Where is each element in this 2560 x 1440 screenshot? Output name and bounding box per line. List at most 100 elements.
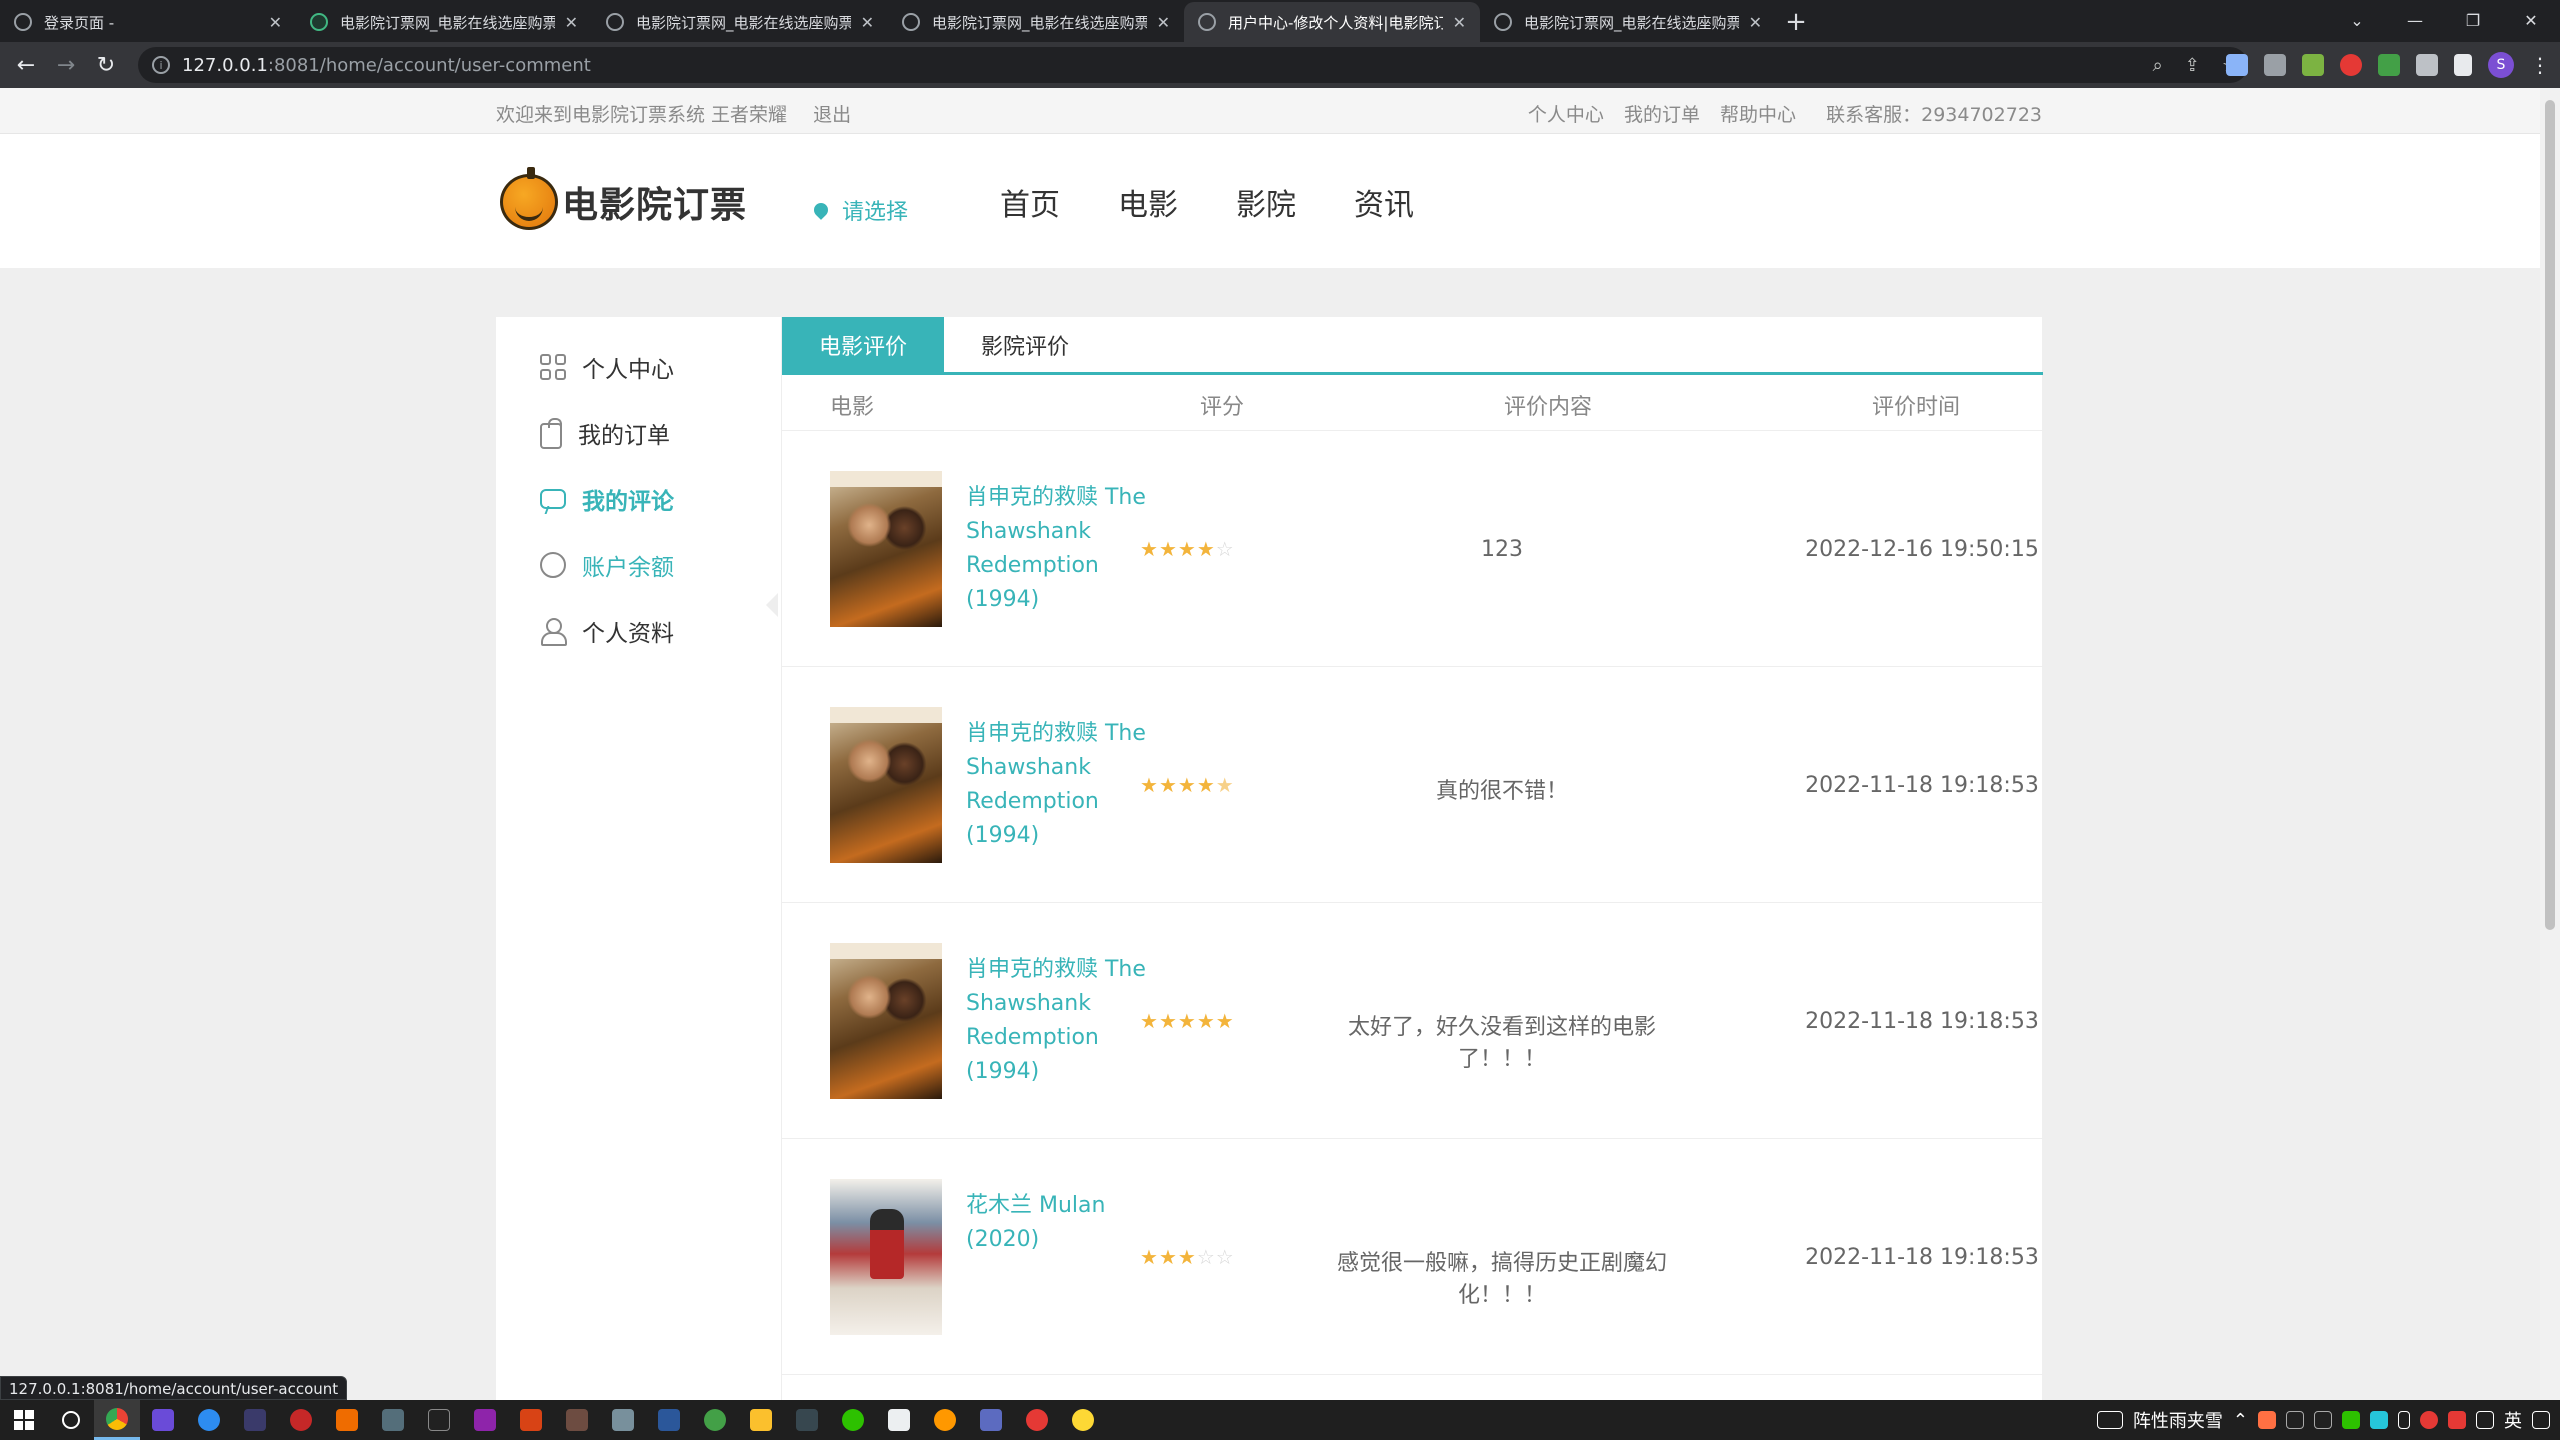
tray-app-icon[interactable] xyxy=(2314,1411,2332,1429)
tray-app-icon[interactable] xyxy=(2448,1411,2466,1429)
browser-tab[interactable]: 电影院订票网_电影在线选座购票 ✕ xyxy=(296,2,592,42)
close-window-button[interactable]: ✕ xyxy=(2502,0,2560,40)
star-full-icon: ★ xyxy=(1215,1009,1235,1033)
new-tab-button[interactable]: + xyxy=(1776,2,1816,42)
camera-icon[interactable] xyxy=(2264,54,2286,76)
app-taskbar-icon[interactable] xyxy=(278,1400,324,1440)
tab-movie-reviews[interactable]: 电影评价 xyxy=(782,317,944,372)
browser-tab[interactable]: 电影院订票网_电影在线选座购票 ✕ xyxy=(888,2,1184,42)
movie-poster[interactable] xyxy=(830,471,942,627)
close-icon[interactable]: ✕ xyxy=(861,13,874,32)
minimize-button[interactable]: — xyxy=(2386,0,2444,40)
site-logo[interactable]: 电影院订票 xyxy=(500,167,747,230)
logout-link[interactable]: 退出 xyxy=(813,104,851,126)
app-taskbar-icon[interactable] xyxy=(968,1400,1014,1440)
sidebar-item-profile[interactable]: 个人资料 xyxy=(540,611,674,651)
sidebar-item-user-center[interactable]: 个人中心 xyxy=(540,347,674,387)
movie-title-link[interactable]: 肖申克的救赎 The Shawshank Redemption (1994) xyxy=(966,717,1156,853)
keyboard-icon[interactable] xyxy=(2096,1411,2123,1429)
close-icon[interactable]: ✕ xyxy=(565,13,578,32)
app-taskbar-icon[interactable] xyxy=(1060,1400,1106,1440)
close-icon[interactable]: ✕ xyxy=(1749,13,1762,32)
profile-avatar[interactable]: S xyxy=(2488,52,2514,78)
user-center-link[interactable]: 个人中心 xyxy=(1528,104,1604,126)
share-icon[interactable]: ⇪ xyxy=(2185,55,2200,76)
username-link[interactable]: 王者荣耀 xyxy=(711,104,787,126)
tray-app-icon[interactable] xyxy=(2370,1411,2388,1429)
back-button[interactable]: ← xyxy=(6,45,46,85)
sidebar-item-my-comments[interactable]: 我的评论 xyxy=(540,479,674,519)
folder-taskbar-icon[interactable] xyxy=(738,1400,784,1440)
language-indicator[interactable]: 英 xyxy=(2504,1407,2522,1433)
app-taskbar-icon[interactable] xyxy=(784,1400,830,1440)
info-icon[interactable]: i xyxy=(152,56,170,74)
browser-tab[interactable]: 电影院订票网_电影在线选座购票 ✕ xyxy=(1480,2,1776,42)
app-taskbar-icon[interactable] xyxy=(692,1400,738,1440)
tray-app-icon[interactable] xyxy=(2258,1411,2276,1429)
extension-icon[interactable] xyxy=(2226,54,2248,76)
battery-icon[interactable] xyxy=(2398,1411,2410,1429)
start-button[interactable] xyxy=(0,1400,48,1440)
my-orders-link[interactable]: 我的订单 xyxy=(1624,104,1700,126)
menu-icon[interactable]: ⋮ xyxy=(2530,53,2550,77)
chrome-taskbar-icon[interactable] xyxy=(94,1400,140,1440)
app-taskbar-icon[interactable] xyxy=(876,1400,922,1440)
browser-tab-active[interactable]: 用户中心-修改个人资料|电影院订 ✕ xyxy=(1184,2,1480,42)
app-taskbar-icon[interactable] xyxy=(370,1400,416,1440)
app-taskbar-icon[interactable] xyxy=(600,1400,646,1440)
movie-poster[interactable] xyxy=(830,707,942,863)
wechat-taskbar-icon[interactable] xyxy=(830,1400,876,1440)
nav-home[interactable]: 首页 xyxy=(1000,180,1118,224)
help-center-link[interactable]: 帮助中心 xyxy=(1720,104,1796,126)
shield-icon[interactable] xyxy=(2340,54,2362,76)
chevron-up-icon[interactable]: ⌃ xyxy=(2233,1410,2248,1431)
zoom-icon[interactable]: ⌕ xyxy=(2153,55,2163,76)
browser-tab[interactable]: 电影院订票网_电影在线选座购票 ✕ xyxy=(592,2,888,42)
app-taskbar-icon[interactable] xyxy=(186,1400,232,1440)
movie-title-link[interactable]: 肖申克的救赎 The Shawshank Redemption (1994) xyxy=(966,481,1156,617)
app-taskbar-icon[interactable] xyxy=(554,1400,600,1440)
nav-news[interactable]: 资讯 xyxy=(1354,180,1472,224)
app-taskbar-icon[interactable] xyxy=(508,1400,554,1440)
tray-app-icon[interactable] xyxy=(2286,1411,2304,1429)
word-taskbar-icon[interactable] xyxy=(646,1400,692,1440)
app-taskbar-icon[interactable] xyxy=(232,1400,278,1440)
close-icon[interactable]: ✕ xyxy=(1157,13,1170,32)
movie-title-link[interactable]: 肖申克的救赎 The Shawshank Redemption (1994) xyxy=(966,953,1156,1089)
tab-cinema-reviews[interactable]: 影院评价 xyxy=(944,317,1106,372)
scrollbar-thumb[interactable] xyxy=(2545,100,2555,930)
app-taskbar-icon[interactable] xyxy=(1014,1400,1060,1440)
movie-title-link[interactable]: 花木兰 Mulan (2020) xyxy=(966,1189,1156,1257)
nav-movies[interactable]: 电影 xyxy=(1118,180,1236,224)
app-taskbar-icon[interactable] xyxy=(462,1400,508,1440)
app-taskbar-icon[interactable] xyxy=(922,1400,968,1440)
puzzle-icon[interactable] xyxy=(2416,54,2438,76)
app-taskbar-icon[interactable] xyxy=(416,1400,462,1440)
tray-wechat-icon[interactable] xyxy=(2342,1411,2360,1429)
city-selector[interactable]: 请选择 xyxy=(811,194,908,226)
close-icon[interactable]: ✕ xyxy=(1453,13,1466,32)
browser-tab[interactable]: 登录页面 - ✕ xyxy=(0,2,296,42)
nav-cinemas[interactable]: 影院 xyxy=(1236,180,1354,224)
reload-button[interactable]: ↻ xyxy=(86,45,126,85)
movie-poster[interactable] xyxy=(830,943,942,1099)
image-icon[interactable] xyxy=(2302,54,2324,76)
tray-app-icon[interactable] xyxy=(2420,1411,2438,1429)
close-icon[interactable]: ✕ xyxy=(269,13,282,32)
forward-button[interactable]: → xyxy=(46,45,86,85)
network-icon[interactable] xyxy=(2476,1411,2494,1429)
address-bar[interactable]: i 127.0.0.1:8081/home/account/user-comme… xyxy=(138,47,2248,83)
search-icon[interactable] xyxy=(48,1400,94,1440)
movie-poster[interactable] xyxy=(830,1179,942,1335)
sidebar-item-my-orders[interactable]: 我的订单 xyxy=(540,413,670,453)
app-taskbar-icon[interactable] xyxy=(140,1400,186,1440)
app-taskbar-icon[interactable] xyxy=(324,1400,370,1440)
sidebar-item-balance[interactable]: 账户余额 xyxy=(540,545,674,585)
notification-icon[interactable] xyxy=(2532,1411,2550,1429)
sidebar-icon[interactable] xyxy=(2454,54,2472,76)
chevron-down-icon[interactable]: ⌄ xyxy=(2328,0,2386,40)
extension-icon[interactable] xyxy=(2378,54,2400,76)
grid-icon xyxy=(540,354,566,380)
page-scrollbar[interactable] xyxy=(2540,88,2560,1400)
restore-button[interactable]: ❐ xyxy=(2444,0,2502,40)
